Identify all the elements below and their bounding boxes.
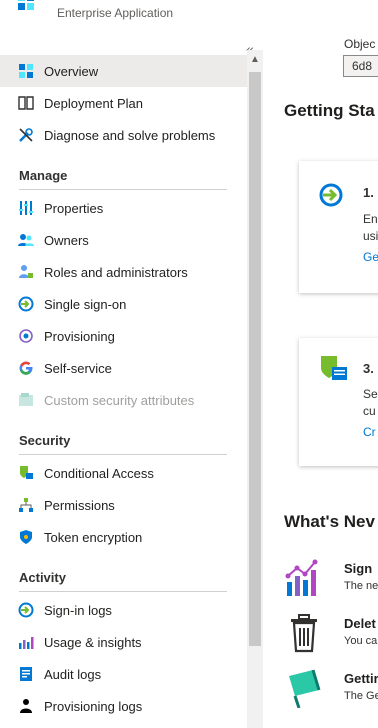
- chart-icon: [285, 559, 318, 596]
- users-icon: [18, 234, 34, 246]
- news-description: You ca: [344, 635, 378, 647]
- sidebar-item-deployment-plan[interactable]: Deployment Plan: [0, 87, 247, 119]
- card-description: usi: [363, 229, 378, 243]
- sidebar-item-label: Properties: [44, 201, 104, 216]
- news-title: Gettir: [344, 671, 378, 686]
- shield-icon: [20, 530, 32, 544]
- app-header: Enterprise Application: [0, 0, 378, 28]
- flag-icon: [289, 669, 321, 708]
- grid-icon: [19, 64, 33, 78]
- getting-started-card[interactable]: 1. Ena usi Ge: [299, 161, 378, 293]
- sidebar-item-label: Provisioning: [44, 329, 115, 344]
- audit-icon: [20, 667, 32, 681]
- section-divider: [19, 454, 227, 455]
- sidebar-item-label: Roles and administrators: [44, 265, 188, 280]
- scroll-up-arrow-icon[interactable]: ▲: [250, 54, 260, 65]
- section-manage-heading: Manage: [19, 168, 68, 183]
- sidebar-item-owners[interactable]: Owners: [0, 224, 247, 256]
- sidebar-item-overview[interactable]: Overview: [0, 55, 247, 87]
- chart-icon: [19, 637, 34, 649]
- object-id-label: Objec: [344, 37, 376, 51]
- roles-icon: [19, 265, 33, 278]
- news-item[interactable]: Sign The ne: [285, 558, 378, 602]
- section-security-heading: Security: [19, 433, 71, 448]
- sidebar-item-label: Custom security attributes: [44, 393, 195, 408]
- app-subtitle: Enterprise Application: [57, 6, 174, 20]
- news-description: The ne: [344, 580, 378, 592]
- sidebar-item-label: Deployment Plan: [44, 96, 143, 111]
- sidebar-item-label: Diagnose and solve problems: [44, 128, 216, 143]
- conditional-access-icon: [321, 356, 347, 380]
- news-title: Sign: [344, 561, 373, 576]
- news-title: Delet: [344, 616, 376, 631]
- sliders-icon: [19, 201, 33, 215]
- book-icon: [18, 96, 34, 110]
- sidebar-item-audit-logs[interactable]: Audit logs: [0, 658, 247, 690]
- sso-icon: [319, 183, 343, 207]
- provisioning-icon: [19, 329, 33, 343]
- sidebar-item-conditional-access[interactable]: Conditional Access: [0, 457, 247, 489]
- sidebar-item-properties[interactable]: Properties: [0, 192, 247, 224]
- card-number: 3.: [363, 361, 374, 376]
- sidebar: Overview Deployment Plan Diagnose and so…: [0, 54, 247, 728]
- news-item[interactable]: Delet You ca: [285, 613, 378, 657]
- wrench-icon: [19, 128, 33, 142]
- sidebar-item-custom-security-attributes: Custom security attributes: [0, 384, 247, 416]
- getting-started-card[interactable]: 3. Se cu Cr: [299, 338, 378, 466]
- card-description: Ena: [363, 212, 378, 226]
- sidebar-item-label: Overview: [44, 64, 99, 79]
- sidebar-item-sign-in-logs[interactable]: Sign-in logs: [0, 594, 247, 626]
- sidebar-item-label: Audit logs: [44, 667, 102, 682]
- card-description: cu: [363, 404, 376, 418]
- card-number: 1.: [363, 185, 374, 200]
- section-divider: [19, 189, 227, 190]
- sidebar-item-label: Sign-in logs: [44, 603, 112, 618]
- sidebar-item-permissions[interactable]: Permissions: [0, 489, 247, 521]
- sidebar-item-label: Owners: [44, 233, 89, 248]
- google-g-icon: [19, 361, 33, 375]
- sidebar-item-label: Provisioning logs: [44, 699, 143, 714]
- person-icon: [20, 699, 32, 713]
- permissions-icon: [19, 498, 33, 512]
- signin-icon: [18, 602, 34, 618]
- object-id-field[interactable]: 6d8: [343, 55, 378, 77]
- sidebar-item-label: Permissions: [44, 498, 115, 513]
- trash-icon: [291, 614, 317, 653]
- sidebar-item-single-sign-on[interactable]: Single sign-on: [0, 288, 247, 320]
- whats-new-heading: What's Nev: [284, 512, 375, 531]
- card-description: Se: [363, 387, 378, 401]
- sidebar-item-label: Self-service: [44, 361, 112, 376]
- card-link[interactable]: Ge: [363, 250, 378, 264]
- sidebar-item-label: Token encryption: [44, 530, 143, 545]
- sidebar-item-provisioning[interactable]: Provisioning: [0, 320, 247, 352]
- sidebar-item-usage-insights[interactable]: Usage & insights: [0, 626, 247, 658]
- scrollbar-thumb[interactable]: [249, 72, 261, 646]
- sidebar-item-label: Usage & insights: [44, 635, 142, 650]
- main-content: Objec 6d8 Getting Sta 1. Ena usi Ge 3. S…: [263, 28, 378, 728]
- attributes-icon: [19, 393, 33, 406]
- section-divider: [19, 591, 227, 592]
- card-link[interactable]: Cr: [363, 425, 376, 439]
- sidebar-item-roles[interactable]: Roles and administrators: [0, 256, 247, 288]
- sidebar-item-self-service[interactable]: Self-service: [0, 352, 247, 384]
- sidebar-item-label: Conditional Access: [44, 466, 154, 481]
- sso-icon: [18, 296, 34, 312]
- sidebar-item-label: Single sign-on: [44, 297, 127, 312]
- news-item[interactable]: Gettir The Ge: [285, 668, 378, 712]
- app-logo-icon: [18, 0, 34, 10]
- sidebar-item-provisioning-logs[interactable]: Provisioning logs: [0, 690, 247, 722]
- news-description: The Ge: [344, 690, 378, 702]
- getting-started-heading: Getting Sta: [284, 101, 375, 120]
- sidebar-item-token-encryption[interactable]: Token encryption: [0, 521, 247, 553]
- section-activity-heading: Activity: [19, 570, 66, 585]
- conditional-access-icon: [20, 466, 33, 479]
- sidebar-item-diagnose[interactable]: Diagnose and solve problems: [0, 119, 247, 151]
